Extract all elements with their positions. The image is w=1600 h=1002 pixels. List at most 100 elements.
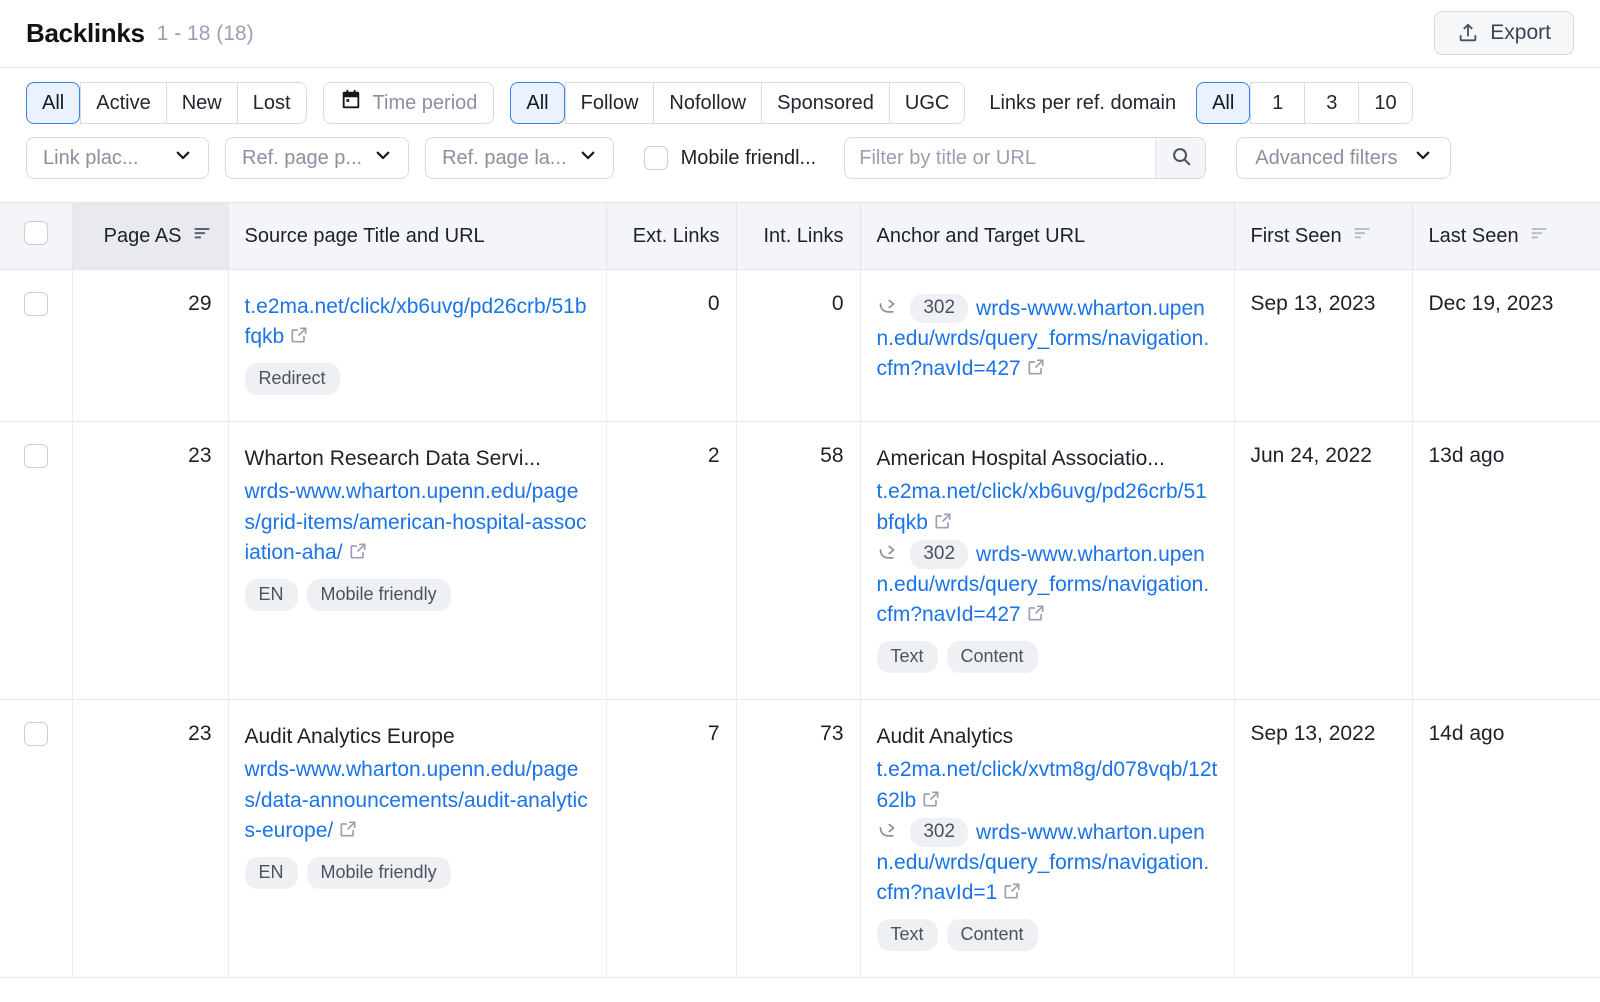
external-link-icon[interactable]: [1026, 357, 1046, 383]
cell-int-links: 0: [736, 270, 860, 422]
tag-mobile-friendly: Mobile friendly: [307, 857, 451, 889]
cell-ext-links: 7: [606, 700, 736, 978]
backlinks-table: Page AS Source page Title and URL Ext. L…: [0, 202, 1600, 978]
link-placement-dropdown[interactable]: Link plac...: [26, 137, 209, 179]
mobile-friendly-checkbox[interactable]: Mobile friendl...: [644, 146, 817, 170]
cell-source-page: Wharton Research Data Servi... wrds-www.…: [228, 422, 606, 700]
links-per-domain-option-1[interactable]: 1: [1250, 82, 1304, 124]
last-seen-date: 13d ago: [1429, 444, 1505, 467]
link-status-option-new[interactable]: New: [166, 82, 237, 124]
chevron-down-icon: [374, 146, 392, 170]
links-per-domain-option-all[interactable]: All: [1196, 82, 1250, 124]
external-link-icon[interactable]: [1026, 603, 1046, 629]
search-button[interactable]: [1155, 138, 1205, 178]
cell-last-seen: 13d ago: [1412, 422, 1600, 700]
follow-option-sponsored[interactable]: Sponsored: [761, 82, 889, 124]
search-icon: [1170, 145, 1192, 172]
advanced-filters-button[interactable]: Advanced filters: [1236, 137, 1450, 179]
chevron-down-icon: [174, 146, 192, 170]
anchor-target-link[interactable]: t.e2ma.net/click/xb6uvg/pd26crb/51bfqkb: [877, 480, 1207, 533]
follow-type-group: All Follow Nofollow Sponsored UGC: [510, 82, 965, 124]
links-per-domain-option-10[interactable]: 10: [1358, 82, 1412, 124]
select-all-checkbox[interactable]: [24, 221, 48, 245]
source-tags: Redirect: [245, 363, 590, 395]
table-body: 29 t.e2ma.net/click/xb6uvg/pd26crb/51bfq…: [0, 270, 1600, 978]
column-header-int-links: Int. Links: [736, 203, 860, 270]
follow-option-follow[interactable]: Follow: [565, 82, 654, 124]
tag-language: EN: [245, 579, 298, 611]
source-url-link[interactable]: wrds-www.wharton.upenn.edu/pages/data-an…: [245, 758, 588, 841]
source-tags: EN Mobile friendly: [245, 857, 590, 889]
link-status-option-lost[interactable]: Lost: [237, 82, 307, 124]
tag-text: Text: [877, 919, 938, 951]
column-header-ext-links: Ext. Links: [606, 203, 736, 270]
external-link-icon[interactable]: [348, 541, 368, 567]
filter-row-primary: All Active New Lost Time period All Foll…: [26, 82, 1574, 124]
cell-ext-links: 0: [606, 270, 736, 422]
source-url-link[interactable]: wrds-www.wharton.upenn.edu/pages/grid-it…: [245, 480, 587, 563]
result-count: 1 - 18 (18): [157, 22, 254, 46]
filter-row-secondary: Link plac... Ref. page p... Ref. page la…: [26, 137, 1574, 179]
ref-page-language-label: Ref. page la...: [442, 147, 567, 170]
status-badge: 302: [910, 818, 968, 847]
table-head: Page AS Source page Title and URL Ext. L…: [0, 203, 1600, 270]
external-link-icon[interactable]: [933, 511, 953, 537]
calendar-icon: [340, 89, 362, 117]
external-link-icon[interactable]: [289, 325, 309, 351]
table-row: 29 t.e2ma.net/click/xb6uvg/pd26crb/51bfq…: [0, 270, 1600, 422]
mobile-friendly-label: Mobile friendl...: [681, 147, 817, 170]
sort-icon[interactable]: [192, 223, 212, 249]
follow-option-nofollow[interactable]: Nofollow: [653, 82, 761, 124]
column-label-ext-links: Ext. Links: [633, 225, 720, 247]
links-per-domain-option-3[interactable]: 3: [1304, 82, 1358, 124]
ref-page-platform-dropdown[interactable]: Ref. page p...: [225, 137, 409, 179]
checkbox-box[interactable]: [644, 146, 668, 170]
external-link-icon[interactable]: [921, 789, 941, 815]
row-checkbox[interactable]: [24, 444, 48, 468]
cell-ext-links: 2: [606, 422, 736, 700]
tag-mobile-friendly: Mobile friendly: [307, 579, 451, 611]
source-page-title: Wharton Research Data Servi...: [245, 444, 590, 474]
external-link-icon[interactable]: [1002, 881, 1022, 907]
link-status-option-active[interactable]: Active: [80, 82, 165, 124]
tag-redirect: Redirect: [245, 363, 340, 395]
status-badge: 302: [910, 540, 968, 569]
tag-content: Content: [947, 641, 1038, 673]
export-button[interactable]: Export: [1434, 11, 1574, 55]
anchor-tags: Text Content: [877, 641, 1218, 673]
ref-page-language-dropdown[interactable]: Ref. page la...: [425, 137, 614, 179]
redirect-line: 302wrds-www.wharton.upenn.edu/wrds/query…: [877, 294, 1218, 385]
column-header-first-seen[interactable]: First Seen: [1234, 203, 1412, 270]
cell-anchor-target: Audit Analytics t.e2ma.net/click/xvtm8g/…: [860, 700, 1234, 978]
anchor-text: American Hospital Associatio...: [877, 444, 1218, 474]
last-seen-date: Dec 19, 2023: [1429, 292, 1554, 315]
link-status-option-all[interactable]: All: [26, 82, 80, 124]
column-label-first-seen: First Seen: [1251, 225, 1342, 248]
sort-icon[interactable]: [1529, 223, 1549, 249]
first-seen-date: Sep 13, 2022: [1251, 722, 1376, 745]
cell-page-as: 29: [72, 270, 228, 422]
column-header-page-as[interactable]: Page AS: [72, 203, 228, 270]
cell-first-seen: Sep 13, 2022: [1234, 700, 1412, 978]
row-select-cell: [0, 422, 72, 700]
external-link-icon[interactable]: [338, 819, 358, 845]
column-header-anchor: Anchor and Target URL: [860, 203, 1234, 270]
cell-anchor-target: American Hospital Associatio... t.e2ma.n…: [860, 422, 1234, 700]
links-per-domain-label: Links per ref. domain: [989, 92, 1176, 115]
cell-anchor-target: 302wrds-www.wharton.upenn.edu/wrds/query…: [860, 270, 1234, 422]
follow-option-all[interactable]: All: [510, 82, 564, 124]
sort-icon[interactable]: [1352, 223, 1372, 249]
follow-option-ugc[interactable]: UGC: [889, 82, 965, 124]
source-page-title: Audit Analytics Europe: [245, 722, 590, 752]
time-period-button[interactable]: Time period: [323, 82, 495, 124]
ref-page-platform-label: Ref. page p...: [242, 147, 362, 170]
tag-text: Text: [877, 641, 938, 673]
row-checkbox[interactable]: [24, 292, 48, 316]
table-header-row: Page AS Source page Title and URL Ext. L…: [0, 203, 1600, 270]
first-seen-date: Sep 13, 2023: [1251, 292, 1376, 315]
row-checkbox[interactable]: [24, 722, 48, 746]
column-header-last-seen[interactable]: Last Seen: [1412, 203, 1600, 270]
status-badge: 302: [910, 294, 968, 323]
row-select-cell: [0, 270, 72, 422]
search-input[interactable]: [845, 138, 1155, 178]
